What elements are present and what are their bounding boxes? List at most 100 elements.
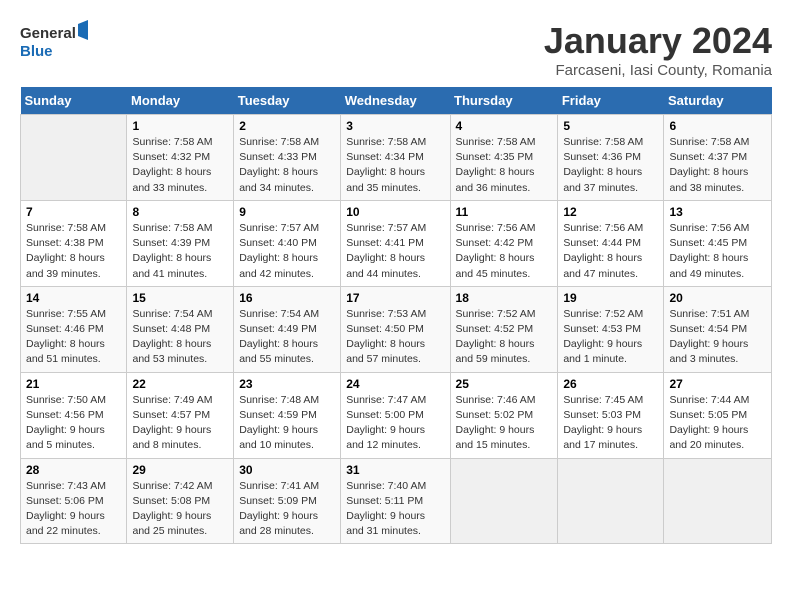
calendar-cell: 24Sunrise: 7:47 AMSunset: 5:00 PMDayligh…: [341, 372, 450, 458]
calendar-cell: 12 Sunrise: 7:56 AMSunset: 4:44 PMDayligh…: [558, 200, 664, 286]
day-info: Sunrise: 7:58 AMSunset: 4:33 PMDaylight:…: [239, 135, 335, 196]
weekday-header-tuesday: Tuesday: [234, 87, 341, 115]
day-info: Sunrise: 7:58 AMSunset: 4:36 PMDaylight:…: [563, 135, 658, 196]
calendar-cell: [558, 458, 664, 544]
day-number: 5: [563, 119, 658, 133]
calendar-cell: 2 Sunrise: 7:58 AMSunset: 4:33 PMDaylight…: [234, 115, 341, 201]
calendar-cell: 10 Sunrise: 7:57 AMSunset: 4:41 PMDayligh…: [341, 200, 450, 286]
calendar-cell: 31 Sunrise: 7:40 AMSunset: 5:11 PMDayligh…: [341, 458, 450, 544]
day-number: 13: [669, 205, 766, 219]
day-number: 4: [456, 119, 553, 133]
weekday-header-monday: Monday: [127, 87, 234, 115]
calendar-cell: 15Sunrise: 7:54 AMSunset: 4:48 PMDayligh…: [127, 286, 234, 372]
day-number: 10: [346, 205, 444, 219]
day-info: Sunrise: 7:56 AMSunset: 4:44 PMDaylight:…: [563, 221, 658, 282]
day-info: Sunrise: 7:53 AMSunset: 4:50 PMDaylight:…: [346, 307, 444, 368]
day-info: Sunrise: 7:45 AMSunset: 5:03 PMDaylight:…: [563, 393, 658, 454]
day-info: Sunrise: 7:58 AMSunset: 4:39 PMDaylight:…: [132, 221, 228, 282]
calendar-cell: 6Sunrise: 7:58 AMSunset: 4:37 PMDaylight…: [664, 115, 772, 201]
calendar-cell: 30 Sunrise: 7:41 AMSunset: 5:09 PMDayligh…: [234, 458, 341, 544]
day-info: Sunrise: 7:43 AMSunset: 5:06 PMDaylight:…: [26, 479, 121, 540]
calendar-week-2: 7 Sunrise: 7:58 AMSunset: 4:38 PMDaylight…: [21, 200, 772, 286]
day-info: Sunrise: 7:54 AMSunset: 4:48 PMDaylight:…: [132, 307, 228, 368]
calendar-cell: [21, 115, 127, 201]
logo: General Blue: [20, 20, 90, 64]
day-info: Sunrise: 7:51 AMSunset: 4:54 PMDaylight:…: [669, 307, 766, 368]
day-info: Sunrise: 7:52 AMSunset: 4:53 PMDaylight:…: [563, 307, 658, 368]
day-info: Sunrise: 7:50 AMSunset: 4:56 PMDaylight:…: [26, 393, 121, 454]
calendar-cell: 8Sunrise: 7:58 AMSunset: 4:39 PMDaylight…: [127, 200, 234, 286]
day-info: Sunrise: 7:41 AMSunset: 5:09 PMDaylight:…: [239, 479, 335, 540]
calendar-cell: 3 Sunrise: 7:58 AMSunset: 4:34 PMDaylight…: [341, 115, 450, 201]
month-title: January 2024: [544, 20, 772, 62]
calendar-cell: 19 Sunrise: 7:52 AMSunset: 4:53 PMDayligh…: [558, 286, 664, 372]
day-number: 12: [563, 205, 658, 219]
day-info: Sunrise: 7:56 AMSunset: 4:45 PMDaylight:…: [669, 221, 766, 282]
calendar-week-1: 1Sunrise: 7:58 AMSunset: 4:32 PMDaylight…: [21, 115, 772, 201]
day-info: Sunrise: 7:54 AMSunset: 4:49 PMDaylight:…: [239, 307, 335, 368]
day-number: 23: [239, 377, 335, 391]
day-number: 28: [26, 463, 121, 477]
location-subtitle: Farcaseni, Iasi County, Romania: [544, 62, 772, 79]
calendar-cell: [450, 458, 558, 544]
calendar-cell: 22 Sunrise: 7:49 AMSunset: 4:57 PMDayligh…: [127, 372, 234, 458]
calendar-cell: 9Sunrise: 7:57 AMSunset: 4:40 PMDaylight…: [234, 200, 341, 286]
svg-text:General: General: [20, 25, 76, 42]
calendar-cell: 1Sunrise: 7:58 AMSunset: 4:32 PMDaylight…: [127, 115, 234, 201]
calendar-cell: 27 Sunrise: 7:44 AMSunset: 5:05 PMDayligh…: [664, 372, 772, 458]
day-info: Sunrise: 7:48 AMSunset: 4:59 PMDaylight:…: [239, 393, 335, 454]
day-info: Sunrise: 7:57 AMSunset: 4:41 PMDaylight:…: [346, 221, 444, 282]
calendar-cell: 20 Sunrise: 7:51 AMSunset: 4:54 PMDayligh…: [664, 286, 772, 372]
calendar-cell: 21 Sunrise: 7:50 AMSunset: 4:56 PMDayligh…: [21, 372, 127, 458]
day-number: 3: [346, 119, 444, 133]
weekday-header-friday: Friday: [558, 87, 664, 115]
calendar-cell: 5 Sunrise: 7:58 AMSunset: 4:36 PMDaylight…: [558, 115, 664, 201]
calendar-cell: 13 Sunrise: 7:56 AMSunset: 4:45 PMDayligh…: [664, 200, 772, 286]
calendar-cell: 28 Sunrise: 7:43 AMSunset: 5:06 PMDayligh…: [21, 458, 127, 544]
day-info: Sunrise: 7:58 AMSunset: 4:37 PMDaylight:…: [669, 135, 766, 196]
day-info: Sunrise: 7:49 AMSunset: 4:57 PMDaylight:…: [132, 393, 228, 454]
calendar-table: SundayMondayTuesdayWednesdayThursdayFrid…: [20, 87, 772, 544]
day-number: 21: [26, 377, 121, 391]
day-info: Sunrise: 7:58 AMSunset: 4:34 PMDaylight:…: [346, 135, 444, 196]
day-info: Sunrise: 7:58 AMSunset: 4:35 PMDaylight:…: [456, 135, 553, 196]
weekday-header-sunday: Sunday: [21, 87, 127, 115]
day-info: Sunrise: 7:44 AMSunset: 5:05 PMDaylight:…: [669, 393, 766, 454]
day-number: 26: [563, 377, 658, 391]
day-number: 31: [346, 463, 444, 477]
day-number: 7: [26, 205, 121, 219]
calendar-week-4: 21 Sunrise: 7:50 AMSunset: 4:56 PMDayligh…: [21, 372, 772, 458]
calendar-week-5: 28 Sunrise: 7:43 AMSunset: 5:06 PMDayligh…: [21, 458, 772, 544]
day-info: Sunrise: 7:46 AMSunset: 5:02 PMDaylight:…: [456, 393, 553, 454]
day-info: Sunrise: 7:57 AMSunset: 4:40 PMDaylight:…: [239, 221, 335, 282]
day-info: Sunrise: 7:52 AMSunset: 4:52 PMDaylight:…: [456, 307, 553, 368]
day-info: Sunrise: 7:40 AMSunset: 5:11 PMDaylight:…: [346, 479, 444, 540]
calendar-cell: 17 Sunrise: 7:53 AMSunset: 4:50 PMDayligh…: [341, 286, 450, 372]
day-number: 17: [346, 291, 444, 305]
calendar-cell: 25 Sunrise: 7:46 AMSunset: 5:02 PMDayligh…: [450, 372, 558, 458]
day-number: 25: [456, 377, 553, 391]
day-number: 22: [132, 377, 228, 391]
day-info: Sunrise: 7:58 AMSunset: 4:38 PMDaylight:…: [26, 221, 121, 282]
day-info: Sunrise: 7:56 AMSunset: 4:42 PMDaylight:…: [456, 221, 553, 282]
day-number: 1: [132, 119, 228, 133]
day-number: 19: [563, 291, 658, 305]
day-number: 27: [669, 377, 766, 391]
weekday-header-thursday: Thursday: [450, 87, 558, 115]
day-info: Sunrise: 7:42 AMSunset: 5:08 PMDaylight:…: [132, 479, 228, 540]
day-number: 11: [456, 205, 553, 219]
day-number: 30: [239, 463, 335, 477]
day-number: 16: [239, 291, 335, 305]
day-number: 2: [239, 119, 335, 133]
day-number: 20: [669, 291, 766, 305]
day-number: 24: [346, 377, 444, 391]
svg-text:Blue: Blue: [20, 43, 53, 60]
calendar-cell: 26 Sunrise: 7:45 AMSunset: 5:03 PMDayligh…: [558, 372, 664, 458]
title-block: January 2024 Farcaseni, Iasi County, Rom…: [544, 20, 772, 79]
weekday-header-wednesday: Wednesday: [341, 87, 450, 115]
calendar-cell: 4 Sunrise: 7:58 AMSunset: 4:35 PMDaylight…: [450, 115, 558, 201]
calendar-cell: 29Sunrise: 7:42 AMSunset: 5:08 PMDayligh…: [127, 458, 234, 544]
logo-svg: General Blue: [20, 20, 90, 64]
day-number: 14: [26, 291, 121, 305]
calendar-cell: 16 Sunrise: 7:54 AMSunset: 4:49 PMDayligh…: [234, 286, 341, 372]
